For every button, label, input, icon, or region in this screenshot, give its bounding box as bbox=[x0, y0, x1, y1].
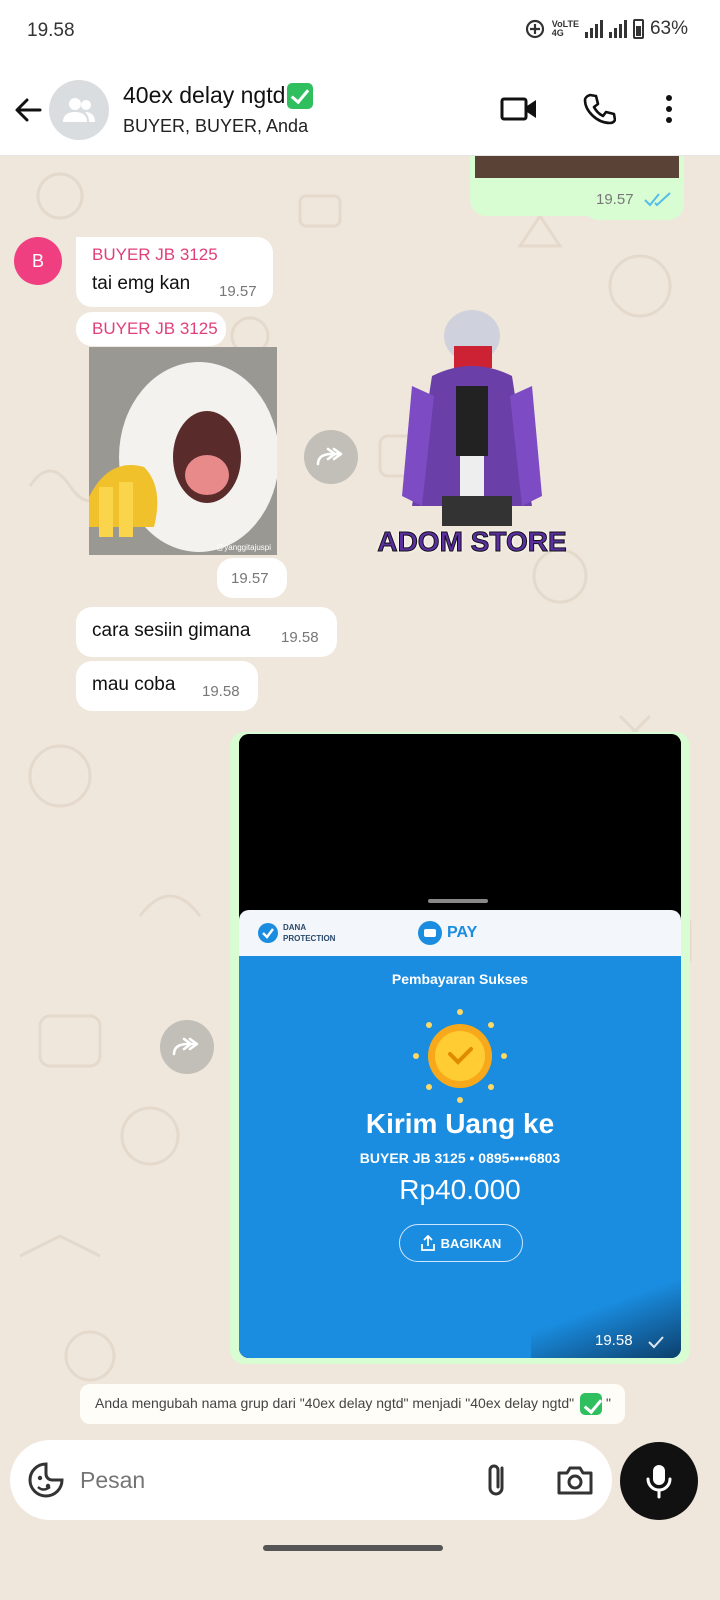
microphone-icon bbox=[646, 1465, 672, 1499]
share-label: BAGIKAN bbox=[440, 1235, 502, 1251]
message-time: 19.57 bbox=[231, 570, 269, 587]
voice-message-button[interactable] bbox=[620, 1442, 698, 1520]
message-time: 19.58 bbox=[281, 629, 319, 646]
receipt-brand-bar: DANA PROTECTION PAY bbox=[239, 910, 681, 956]
back-arrow-icon bbox=[15, 98, 42, 122]
sent-tick-icon bbox=[648, 1336, 664, 1349]
status-time: 19.58 bbox=[27, 20, 75, 41]
paperclip-icon bbox=[488, 1464, 504, 1496]
cat-meme-image[interactable]: @yanggitajuspi bbox=[89, 347, 277, 555]
status-bar: 19.58 VoLTE 4G 63% bbox=[0, 0, 720, 64]
back-button[interactable] bbox=[10, 90, 50, 130]
check-mark-emoji-icon bbox=[580, 1393, 602, 1415]
message-time: 19.57 bbox=[219, 283, 257, 300]
image-preview[interactable] bbox=[475, 156, 679, 178]
sender-name[interactable]: BUYER JB 3125 bbox=[92, 319, 218, 339]
forward-icon bbox=[316, 447, 343, 466]
receipt-image[interactable]: DANA PROTECTION PAY Pembayaran Sukses Ki… bbox=[239, 734, 681, 1358]
system-note-quote: " bbox=[606, 1395, 611, 1411]
group-name: 40ex delay ngtd bbox=[123, 82, 286, 108]
share-icon bbox=[420, 1235, 435, 1251]
share-button[interactable]: BAGIKAN bbox=[399, 1224, 523, 1262]
forward-button[interactable] bbox=[304, 430, 358, 484]
cat-meme-picture bbox=[89, 347, 277, 555]
battery-icon bbox=[632, 19, 644, 39]
message-time: 19.58 bbox=[595, 1332, 633, 1349]
dana-protection-logo-icon bbox=[258, 923, 278, 943]
incoming-sender-tag[interactable]: BUYER JB 3125 bbox=[76, 312, 226, 346]
video-call-icon bbox=[500, 97, 536, 121]
forward-button[interactable] bbox=[160, 1020, 214, 1074]
sender-avatar[interactable]: B bbox=[14, 237, 62, 285]
receipt-dark-area bbox=[239, 734, 681, 910]
video-call-button[interactable] bbox=[496, 86, 542, 132]
group-icon bbox=[63, 98, 95, 122]
system-note-text: Anda mengubah nama grup dari "40ex delay… bbox=[95, 1395, 575, 1411]
check-mark-emoji-icon bbox=[287, 82, 314, 109]
sticker-button[interactable] bbox=[26, 1460, 66, 1500]
sender-name[interactable]: BUYER JB 3125 bbox=[92, 245, 218, 265]
receipt-amount: Rp40.000 bbox=[399, 1174, 521, 1205]
message-time: 19.57 bbox=[596, 191, 634, 208]
status-icons: VoLTE 4G 63% bbox=[524, 18, 688, 40]
brand-center: PAY bbox=[447, 924, 478, 941]
outgoing-status: 19.57 bbox=[583, 180, 684, 220]
chat-title[interactable]: 40ex delay ngtd bbox=[123, 82, 314, 109]
chat-header: 40ex delay ngtd BUYER, BUYER, Anda bbox=[0, 64, 720, 156]
brand-left: DANA bbox=[283, 923, 307, 932]
sticker-caption: @yanggitajuspi bbox=[216, 543, 271, 552]
message-text: cara sesiin gimana bbox=[92, 620, 251, 641]
system-nav-bar bbox=[0, 1528, 720, 1600]
sticker-text: ADOM STORE bbox=[377, 526, 567, 558]
phone-icon bbox=[583, 93, 616, 125]
sticker-icon bbox=[28, 1462, 64, 1498]
receipt-body: Pembayaran Sukses Kirim Uang ke BUYER JB… bbox=[239, 956, 681, 1358]
incoming-message[interactable]: mau coba 19.58 bbox=[76, 661, 258, 711]
read-ticks-icon bbox=[644, 192, 671, 207]
battery-percent: 63% bbox=[649, 18, 688, 39]
camera-icon bbox=[557, 1466, 593, 1495]
more-options-button[interactable] bbox=[646, 86, 692, 132]
incoming-message[interactable]: cara sesiin gimana 19.58 bbox=[76, 607, 337, 657]
more-icon bbox=[666, 95, 672, 123]
camera-button[interactable] bbox=[555, 1460, 595, 1500]
image-time-tag: 19.57 bbox=[217, 558, 287, 598]
incoming-message[interactable]: BUYER JB 3125 tai emg kan 19.57 bbox=[76, 237, 273, 307]
attach-button[interactable] bbox=[480, 1460, 516, 1500]
message-time: 19.58 bbox=[202, 683, 240, 700]
chat-members: BUYER, BUYER, Anda bbox=[123, 116, 309, 136]
forward-icon bbox=[172, 1037, 199, 1056]
message-text: mau coba bbox=[92, 674, 176, 695]
message-input[interactable] bbox=[80, 1460, 460, 1500]
receipt-title: Kirim Uang ke bbox=[365, 1108, 555, 1139]
adom-store-sticker[interactable]: ADOM STORE bbox=[372, 306, 570, 566]
coin-success-icon bbox=[413, 1009, 507, 1103]
message-input-bar bbox=[10, 1440, 612, 1520]
receipt-recipient: BUYER JB 3125 • 0895••••6803 bbox=[359, 1150, 561, 1166]
system-notification: Anda mengubah nama grup dari "40ex delay… bbox=[80, 1384, 625, 1424]
brand-left-sub: PROTECTION bbox=[283, 934, 336, 943]
signal-2-icon bbox=[608, 20, 627, 38]
payment-status: Pembayaran Sukses bbox=[391, 971, 529, 987]
drag-handle bbox=[428, 899, 488, 903]
data-saver-icon bbox=[525, 19, 544, 39]
message-text: tai emg kan bbox=[92, 273, 191, 294]
volte-icon: VoLTE 4G bbox=[551, 19, 579, 38]
dana-logo-icon bbox=[418, 921, 442, 945]
home-gesture-pill[interactable] bbox=[263, 1545, 443, 1551]
group-avatar[interactable] bbox=[49, 80, 109, 140]
voice-call-button[interactable] bbox=[576, 86, 622, 132]
signal-1-icon bbox=[584, 20, 603, 38]
